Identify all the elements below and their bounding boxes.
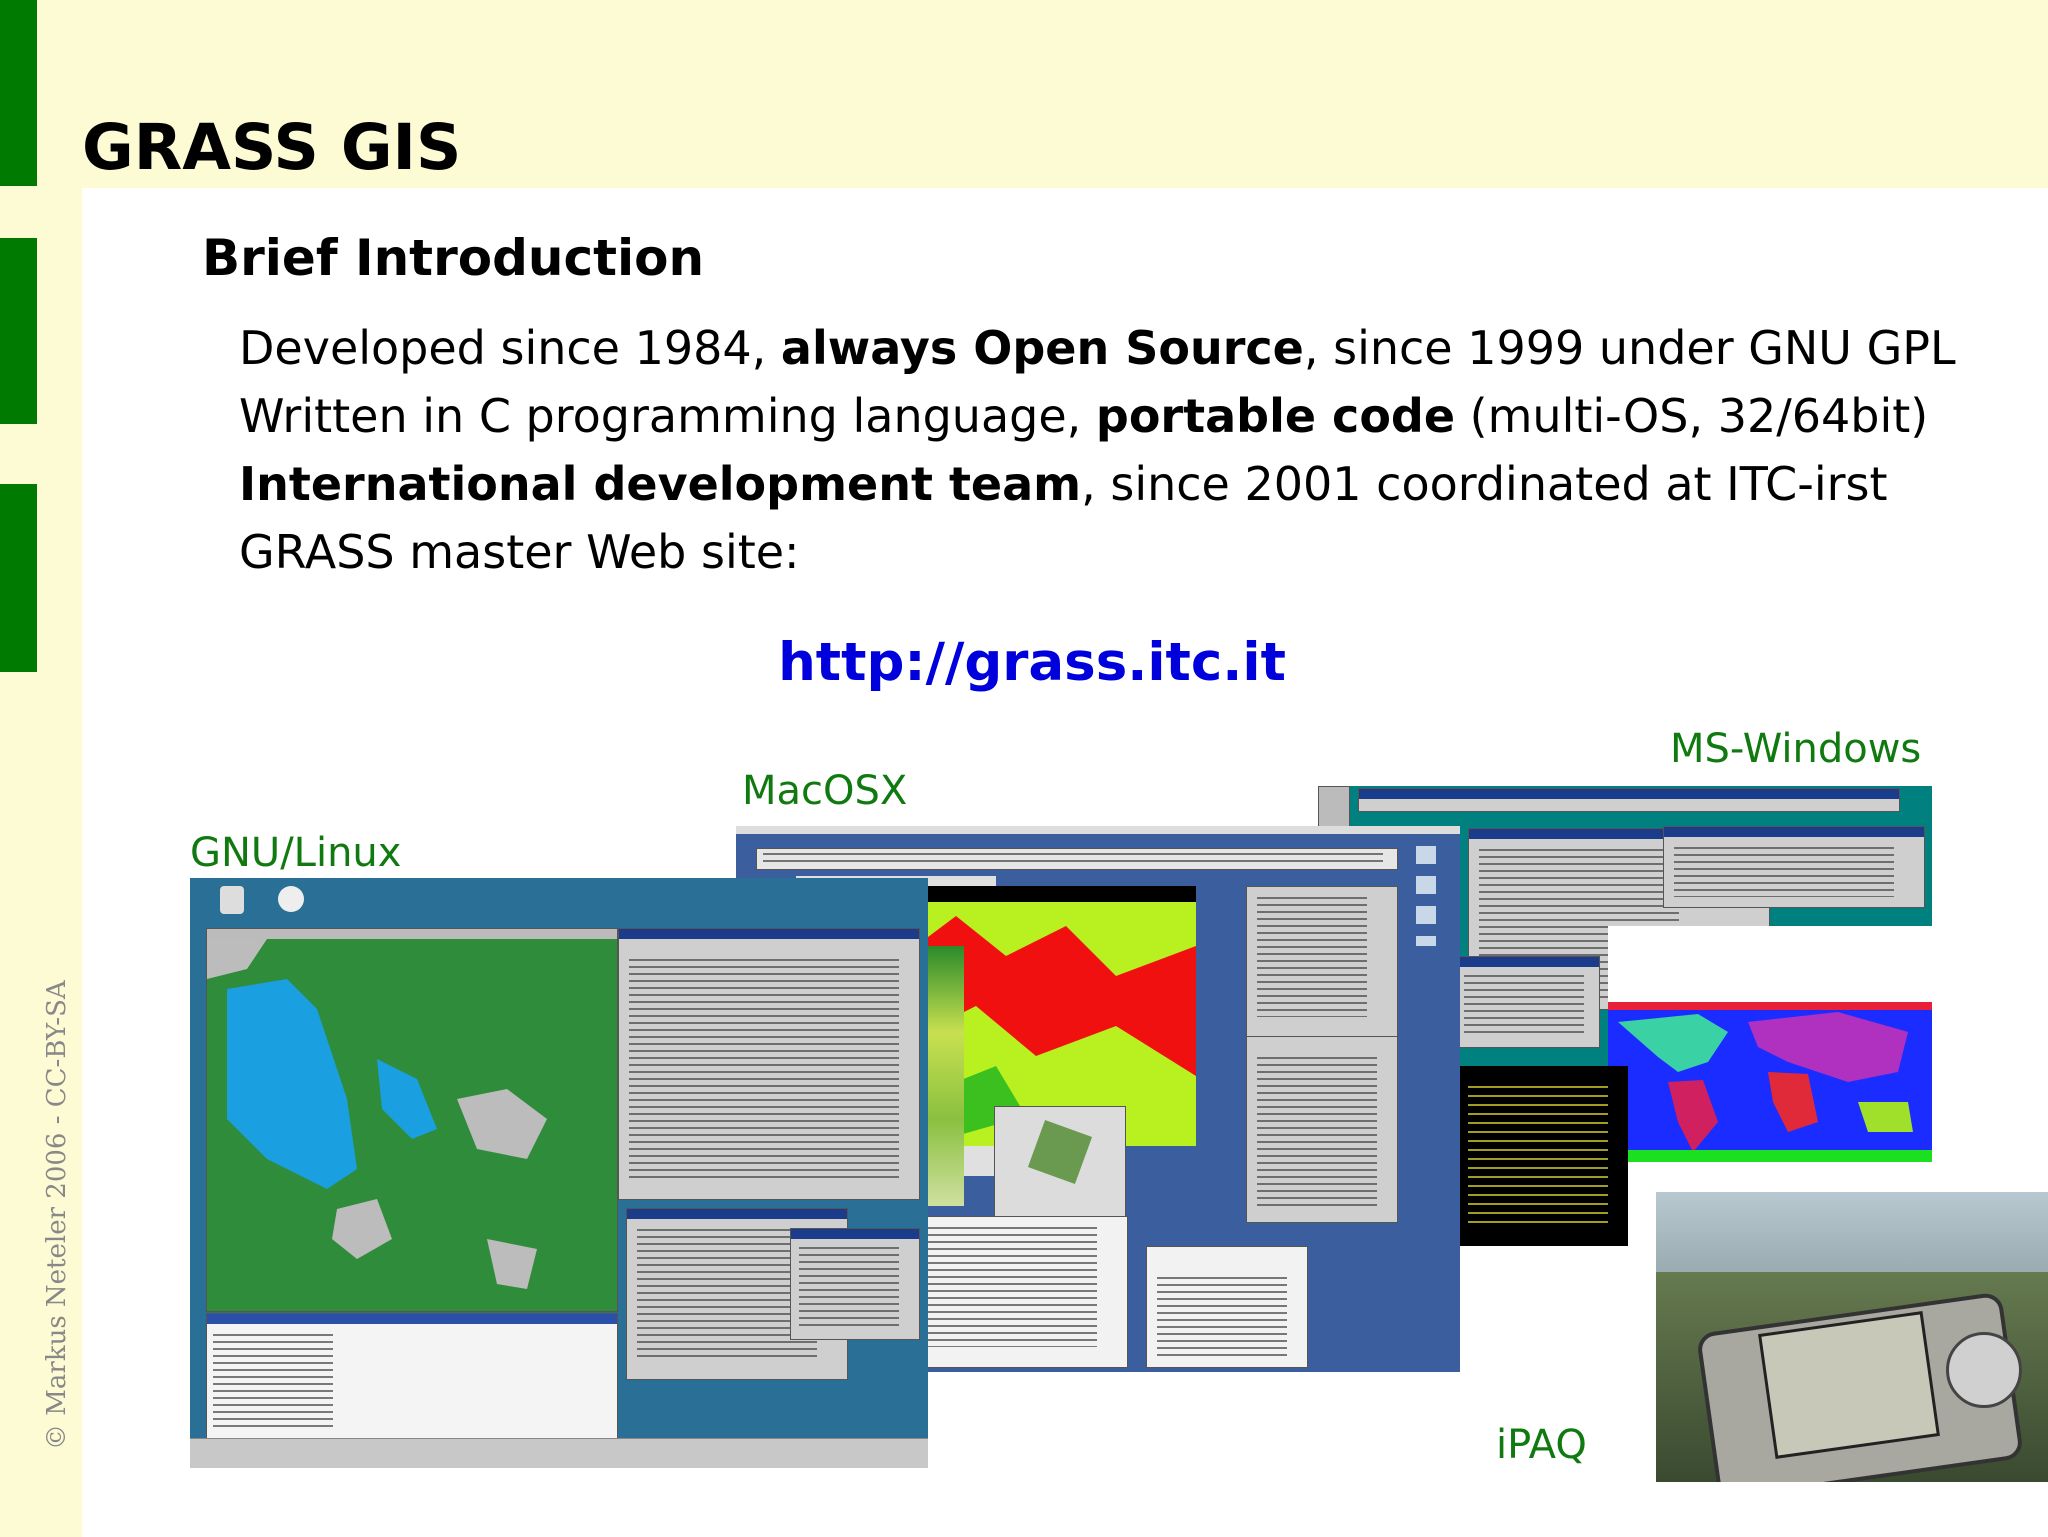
- bullet-line: GRASS master Web site:: [239, 524, 800, 580]
- copyright-notice: © Markus Neteler 2006 - CC-BY-SA: [42, 980, 72, 1450]
- accent-bar: [0, 0, 37, 186]
- world-map-thumbnail: [1608, 1002, 1932, 1162]
- slide-title: GRASS GIS: [82, 111, 462, 184]
- ipaq-photo: [1656, 1192, 2048, 1482]
- bullet-emphasis: always Open Source: [780, 321, 1304, 375]
- bullet-emphasis: portable code: [1095, 389, 1456, 443]
- bullet-line: Written in C programming language, porta…: [239, 388, 1928, 444]
- linux-screenshot: [190, 878, 928, 1468]
- platform-label-macosx: MacOSX: [742, 768, 908, 814]
- platform-label-windows: MS-Windows: [1670, 726, 1922, 772]
- grass-website-link[interactable]: http://grass.itc.it: [0, 632, 2048, 693]
- terrain-map-thumbnail: [207, 939, 617, 1311]
- bullet-text: GRASS master Web site:: [239, 525, 800, 579]
- bullet-text: , since 2001 coordinated at ITC-irst: [1081, 457, 1888, 511]
- bullet-text: Developed since 1984,: [239, 321, 781, 375]
- slide-subtitle: Brief Introduction: [202, 229, 705, 287]
- bullet-line: International development team, since 20…: [239, 456, 1888, 512]
- bullet-text: , since 1999 under GNU GPL: [1303, 321, 1956, 375]
- bullet-text: (multi-OS, 32/64bit): [1455, 389, 1929, 443]
- bullet-line: Developed since 1984, always Open Source…: [239, 320, 1956, 376]
- bullet-text: Written in C programming language,: [239, 389, 1096, 443]
- platform-label-linux: GNU/Linux: [190, 830, 402, 876]
- bullet-emphasis: International development team: [239, 457, 1082, 511]
- accent-bar: [0, 238, 37, 424]
- platform-label-ipaq: iPAQ: [1496, 1422, 1587, 1468]
